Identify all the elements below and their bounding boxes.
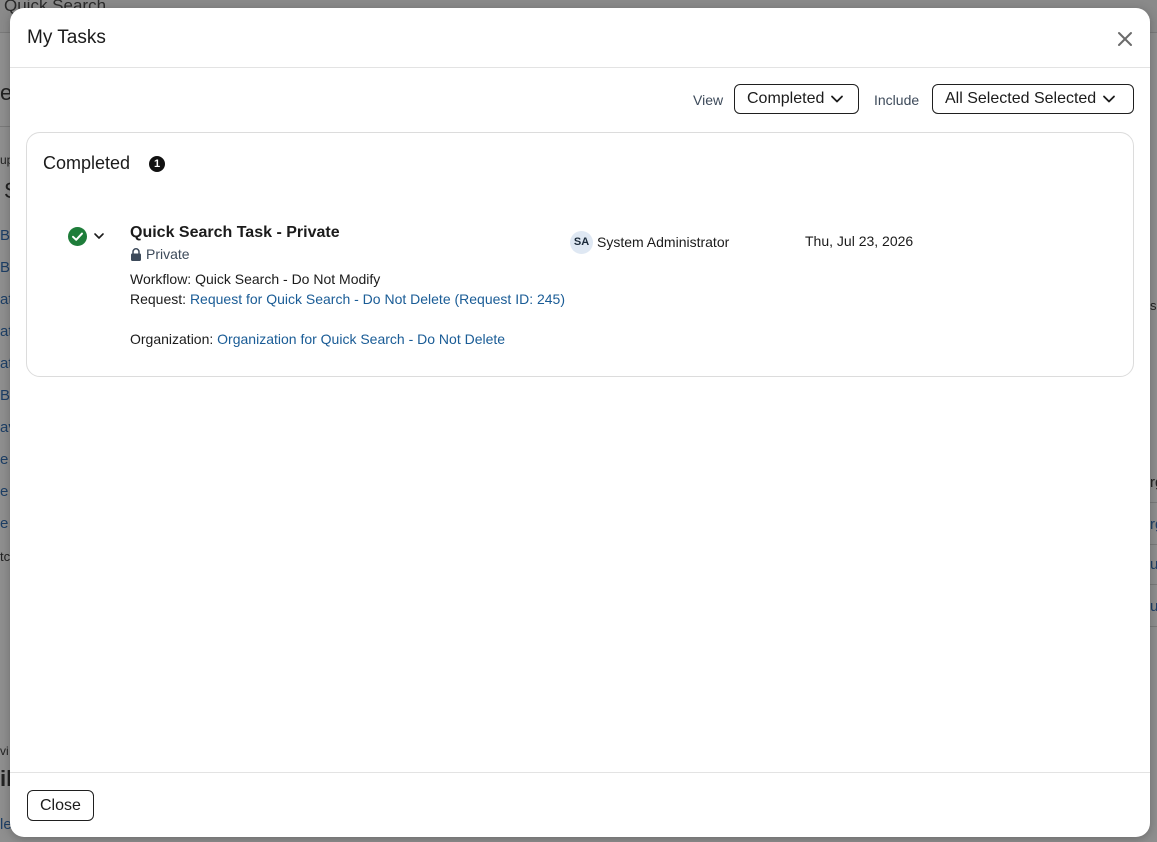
background-fragment: tc: [0, 549, 11, 564]
organization-label: Organization:: [130, 331, 214, 347]
dialog-title: My Tasks: [27, 27, 106, 48]
dialog-header: My Tasks: [10, 8, 1150, 68]
include-label: Include: [874, 92, 920, 108]
workflow-value: Quick Search - Do Not Modify: [195, 271, 381, 287]
background-fragment: e: [0, 483, 9, 500]
background-fragment: e: [0, 515, 9, 532]
request-link[interactable]: Request for Quick Search - Do Not Delete…: [190, 291, 565, 307]
background-divider: [0, 126, 10, 127]
background-fragment: B: [0, 259, 11, 276]
background-fragment: rg: [1150, 474, 1157, 491]
organization-link[interactable]: Organization for Quick Search - Do Not D…: [217, 331, 505, 347]
close-button[interactable]: Close: [27, 790, 94, 821]
background-fragment: e: [0, 451, 9, 468]
completed-section: Completed 1 Quick Search Task - Private …: [26, 132, 1134, 377]
background-fragment: u: [1150, 598, 1157, 615]
request-row: Request: Request for Quick Search - Do N…: [130, 289, 570, 309]
view-label: View: [693, 92, 724, 108]
workflow-label: Workflow:: [130, 271, 192, 287]
chevron-down-icon: [831, 95, 844, 103]
background-divider: [1150, 502, 1157, 503]
workflow-row: Workflow: Quick Search - Do Not Modify: [130, 269, 570, 289]
request-label: Request:: [130, 291, 187, 307]
assignee-name: System Administrator: [597, 234, 730, 250]
section-title: Completed: [43, 153, 131, 173]
background-fragment: B: [0, 227, 11, 244]
background-fragment: sp: [1150, 298, 1157, 313]
background-divider: [1150, 626, 1157, 627]
background-fragment: vi: [0, 744, 9, 758]
privacy-indicator: Private: [130, 246, 190, 262]
privacy-label: Private: [146, 246, 190, 262]
include-select-value: All Selected Selected: [945, 90, 1097, 107]
background-divider: [1150, 544, 1157, 545]
close-icon[interactable]: [1114, 28, 1136, 50]
task-title[interactable]: Quick Search Task - Private: [130, 224, 340, 242]
view-select-value: Completed: [747, 90, 825, 107]
lock-icon: [131, 247, 141, 261]
count-badge: 1: [149, 156, 165, 172]
background-fragment: rg: [1150, 516, 1157, 533]
chevron-down-icon: [1103, 95, 1116, 103]
my-tasks-dialog: My Tasks View Completed Include All Sele…: [10, 8, 1150, 837]
dialog-footer: Close: [10, 772, 1150, 837]
avatar: SA: [570, 231, 593, 254]
check-circle-icon: [68, 227, 87, 246]
view-select[interactable]: Completed: [734, 84, 859, 114]
organization-row: Organization: Organization for Quick Sea…: [130, 329, 570, 349]
background-divider: [1150, 584, 1157, 585]
background-fragment: u: [1150, 556, 1157, 573]
include-select[interactable]: All Selected Selected: [932, 84, 1134, 114]
chevron-down-icon[interactable]: [93, 230, 105, 242]
task-date: Thu, Jul 23, 2026: [805, 233, 914, 249]
